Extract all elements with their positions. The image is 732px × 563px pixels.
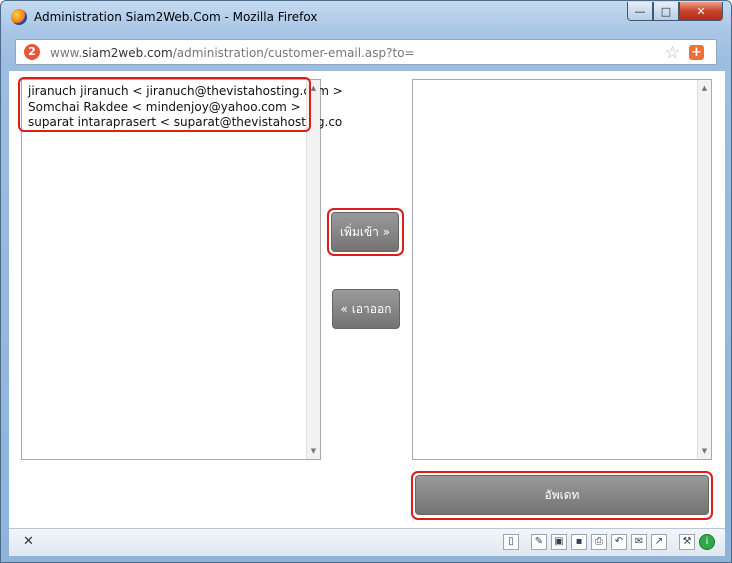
window-controls: — □ ✕	[627, 2, 723, 22]
title-bar[interactable]: Administration Siam2Web.Com - Mozilla Fi…	[1, 1, 731, 33]
scroll-down-icon[interactable]: ▼	[307, 447, 320, 455]
available-emails-options: jiranuch jiranuch < jiranuch@thevistahos…	[28, 84, 343, 131]
minimize-button[interactable]: —	[627, 2, 653, 21]
firefox-logo-icon	[11, 9, 27, 25]
close-button[interactable]: ✕	[679, 2, 723, 21]
address-bar[interactable]: 2 www.siam2web.com/administration/custom…	[15, 39, 717, 65]
pencil-icon[interactable]: ✎	[531, 534, 547, 550]
scroll-down-icon[interactable]: ▼	[698, 447, 711, 455]
add-icon[interactable]: +	[689, 45, 704, 60]
status-tools: ▯ ✎ ▣ ▪ ⎙ ↶ ✉ ↗ ⚒ i	[503, 534, 715, 550]
scrollbar[interactable]: ▲ ▼	[306, 80, 320, 459]
url-prefix: www.	[50, 46, 83, 60]
page-content: jiranuch jiranuch < jiranuch@thevistahos…	[9, 71, 725, 528]
screen-icon[interactable]: ▣	[551, 534, 567, 550]
window-title: Administration Siam2Web.Com - Mozilla Fi…	[34, 10, 318, 24]
tools-icon[interactable]: ⚒	[679, 534, 695, 550]
selected-emails-list[interactable]: ▲ ▼	[412, 79, 712, 460]
status-bar: ✕ ▯ ✎ ▣ ▪ ⎙ ↶ ✉ ↗ ⚒ i	[9, 528, 725, 556]
scrollbar[interactable]: ▲ ▼	[697, 80, 711, 459]
add-button[interactable]: เพิ่มเข้า »	[331, 212, 399, 252]
url-text[interactable]: www.siam2web.com/administration/customer…	[50, 46, 415, 60]
browser-window: Administration Siam2Web.Com - Mozilla Fi…	[0, 0, 732, 563]
print-icon[interactable]: ⎙	[591, 534, 607, 550]
site-favicon-icon: 2	[24, 44, 40, 60]
mail-icon[interactable]: ✉	[631, 534, 647, 550]
url-host: siam2web.com	[82, 46, 173, 60]
undo-icon[interactable]: ↶	[611, 534, 627, 550]
info-icon[interactable]: i	[699, 534, 715, 550]
list-item[interactable]: suparat intaraprasert < suparat@thevista…	[28, 115, 343, 131]
update-button[interactable]: อัพเดท	[415, 475, 709, 515]
scroll-up-icon[interactable]: ▲	[698, 84, 711, 92]
page-icon[interactable]: ▯	[503, 534, 519, 550]
url-path: /administration/customer-email.asp?to=	[172, 46, 415, 60]
remove-button[interactable]: « เอาออก	[332, 289, 400, 329]
save-icon[interactable]: ▪	[571, 534, 587, 550]
close-icon[interactable]: ✕	[23, 534, 34, 549]
list-item[interactable]: Somchai Rakdee < mindenjoy@yahoo.com >	[28, 100, 343, 116]
maximize-button[interactable]: □	[653, 2, 679, 21]
scroll-up-icon[interactable]: ▲	[307, 84, 320, 92]
chart-icon[interactable]: ↗	[651, 534, 667, 550]
star-icon[interactable]: ☆	[665, 43, 680, 63]
list-item[interactable]: jiranuch jiranuch < jiranuch@thevistahos…	[28, 84, 343, 100]
available-emails-list[interactable]: jiranuch jiranuch < jiranuch@thevistahos…	[21, 79, 343, 460]
